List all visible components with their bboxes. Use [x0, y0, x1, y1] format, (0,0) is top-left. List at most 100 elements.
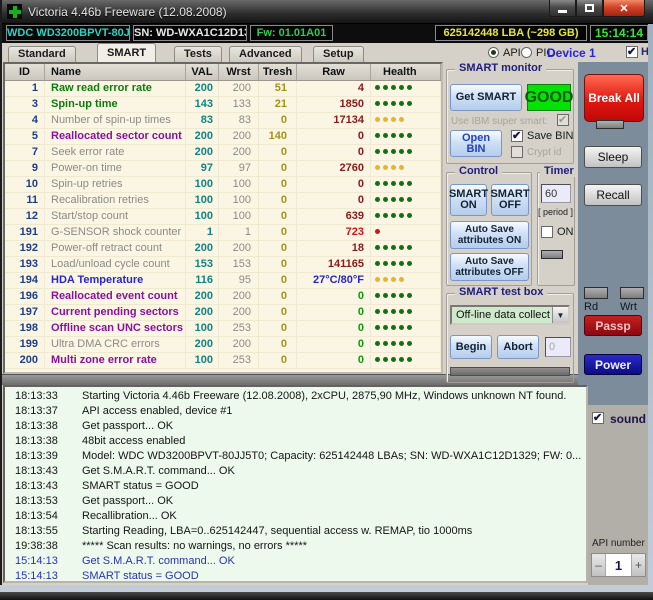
- log-line: 15:14:13SMART status = GOOD: [5, 569, 586, 583]
- smart-off-button[interactable]: SMART OFF: [491, 184, 529, 216]
- smart-test-box-title: SMART test box: [455, 286, 547, 298]
- table-row[interactable]: 199Ultra DMA CRC errors20020000: [5, 337, 441, 353]
- timer-on-checkbox[interactable]: [541, 226, 553, 238]
- passport-button[interactable]: Passp: [584, 315, 642, 336]
- cell-wrst: 95: [219, 273, 259, 288]
- log-area[interactable]: 18:13:33Starting Victoria 4.46b Freeware…: [3, 385, 588, 583]
- health-dot: [399, 213, 404, 218]
- table-row[interactable]: 192Power-off retract count200200018: [5, 241, 441, 257]
- cell-id: 5: [5, 129, 45, 144]
- drive-serial: SN: WD-WXA1C12D1329: [133, 25, 247, 41]
- table-row[interactable]: 191G-SENSOR shock counter110723: [5, 225, 441, 241]
- cell-wrst: 133: [219, 97, 259, 112]
- tab-smart[interactable]: SMART: [97, 43, 156, 62]
- tab-tests[interactable]: Tests: [174, 46, 222, 62]
- health-dot: [399, 181, 404, 186]
- log-line: 18:13:53Get passport... OK: [5, 494, 586, 509]
- health-dot: [407, 261, 412, 266]
- chevron-down-icon[interactable]: ▼: [552, 307, 568, 323]
- tab-advanced[interactable]: Advanced: [229, 46, 302, 62]
- close-icon: ✕: [619, 2, 628, 15]
- cell-tresh: 0: [259, 321, 297, 336]
- health-dot: [383, 245, 388, 250]
- cell-name: Start/stop count: [45, 209, 186, 224]
- health-dot: [391, 245, 396, 250]
- tab-setup[interactable]: Setup: [313, 46, 364, 62]
- table-row[interactable]: 12Start/stop count1001000639: [5, 209, 441, 225]
- cell-health: [371, 353, 441, 368]
- table-row[interactable]: 198Offline scan UNC sectors10025300: [5, 321, 441, 337]
- log-message: Model: WDC WD3200BPVT-80JJ5T0; Capacity:…: [82, 450, 581, 462]
- table-row[interactable]: 4Number of spin-up times8383017134: [5, 113, 441, 129]
- test-counter-input[interactable]: [545, 337, 571, 357]
- table-row[interactable]: 200Multi zone error rate10025300: [5, 353, 441, 369]
- save-bin-checkbox[interactable]: [511, 130, 523, 142]
- table-row[interactable]: 1Raw read error rate200200514: [5, 81, 441, 97]
- cell-id: 200: [5, 353, 45, 368]
- cell-tresh: 0: [259, 145, 297, 160]
- api-radio[interactable]: [488, 47, 499, 58]
- table-row[interactable]: 10Spin-up retries10010000: [5, 177, 441, 193]
- cell-wrst: 200: [219, 145, 259, 160]
- timer-period-input[interactable]: [541, 184, 571, 203]
- smart-on-button[interactable]: SMART ON: [450, 184, 487, 216]
- cell-health: [371, 241, 441, 256]
- pio-radio[interactable]: [521, 47, 532, 58]
- begin-button[interactable]: Begin: [450, 335, 492, 359]
- autosave-off-button[interactable]: Auto Save attributes OFF: [450, 253, 529, 281]
- cell-val: 100: [186, 353, 219, 368]
- cell-raw: 4: [297, 81, 371, 96]
- maximize-button[interactable]: [576, 0, 603, 17]
- sleep-button[interactable]: Sleep: [584, 146, 642, 168]
- minimize-button[interactable]: [549, 0, 576, 17]
- table-row[interactable]: 196Reallocated event count20020000: [5, 289, 441, 305]
- use-ibm-label: Use IBM super smart:: [451, 116, 548, 127]
- open-bin-button[interactable]: Open BIN: [450, 130, 502, 157]
- health-dot: [391, 197, 396, 202]
- health-dot: [399, 149, 404, 154]
- table-row[interactable]: 5Reallocated sector count2002001400: [5, 129, 441, 145]
- log-message: SMART status = GOOD: [82, 570, 199, 582]
- decrement-button[interactable]: –: [592, 554, 605, 576]
- cell-name: Spin-up time: [45, 97, 186, 112]
- health-dot: [375, 149, 380, 154]
- break-all-button[interactable]: Break All: [584, 74, 644, 122]
- table-row[interactable]: 11Recalibration retries10010000: [5, 193, 441, 209]
- health-dot: [407, 309, 412, 314]
- table-row[interactable]: 9Power-on time979702760: [5, 161, 441, 177]
- cell-wrst: 200: [219, 305, 259, 320]
- health-dot: [391, 149, 396, 154]
- health-dot: [375, 117, 380, 122]
- test-select[interactable]: Off-line data collect ▼: [450, 305, 570, 325]
- sound-checkbox[interactable]: [592, 412, 604, 424]
- cell-val: 200: [186, 129, 219, 144]
- get-smart-button[interactable]: Get SMART: [450, 84, 522, 111]
- log-line: 18:13:37API access enabled, device #1: [5, 404, 586, 419]
- power-button[interactable]: Power: [584, 354, 642, 375]
- recall-button[interactable]: Recall: [584, 184, 642, 206]
- smart-attributes-table: IDNameVALWrstTreshRawHealth 1Raw read er…: [3, 62, 443, 374]
- increment-button[interactable]: +: [632, 554, 645, 576]
- health-dot: [399, 309, 404, 314]
- close-button[interactable]: ✕: [603, 0, 645, 17]
- table-row[interactable]: 194HDA Temperature11695027°C/80°F: [5, 273, 441, 289]
- table-row[interactable]: 197Current pending sectors20020000: [5, 305, 441, 321]
- table-row[interactable]: 7Seek error rate20020000: [5, 145, 441, 161]
- hints-checkbox[interactable]: [626, 46, 638, 58]
- autosave-on-button[interactable]: Auto Save attributes ON: [450, 221, 529, 249]
- health-dot: [407, 133, 412, 138]
- table-row[interactable]: 3Spin-up time143133211850: [5, 97, 441, 113]
- table-row[interactable]: 193Load/unload cycle count1531530141165: [5, 257, 441, 273]
- side-strip: Break All Sleep Recall Rd Wrt Passp Powe…: [578, 62, 648, 405]
- health-dot: [391, 277, 396, 282]
- log-timestamp: 18:13:54: [15, 509, 70, 524]
- health-dot: [383, 197, 388, 202]
- health-dot: [375, 293, 380, 298]
- health-dot: [391, 261, 396, 266]
- cell-val: 200: [186, 81, 219, 96]
- window-border-bottom-outer: [0, 592, 653, 600]
- tab-standard[interactable]: Standard: [8, 46, 76, 62]
- cell-name: Number of spin-up times: [45, 113, 186, 128]
- health-dot: [383, 85, 388, 90]
- abort-button[interactable]: Abort: [497, 335, 539, 359]
